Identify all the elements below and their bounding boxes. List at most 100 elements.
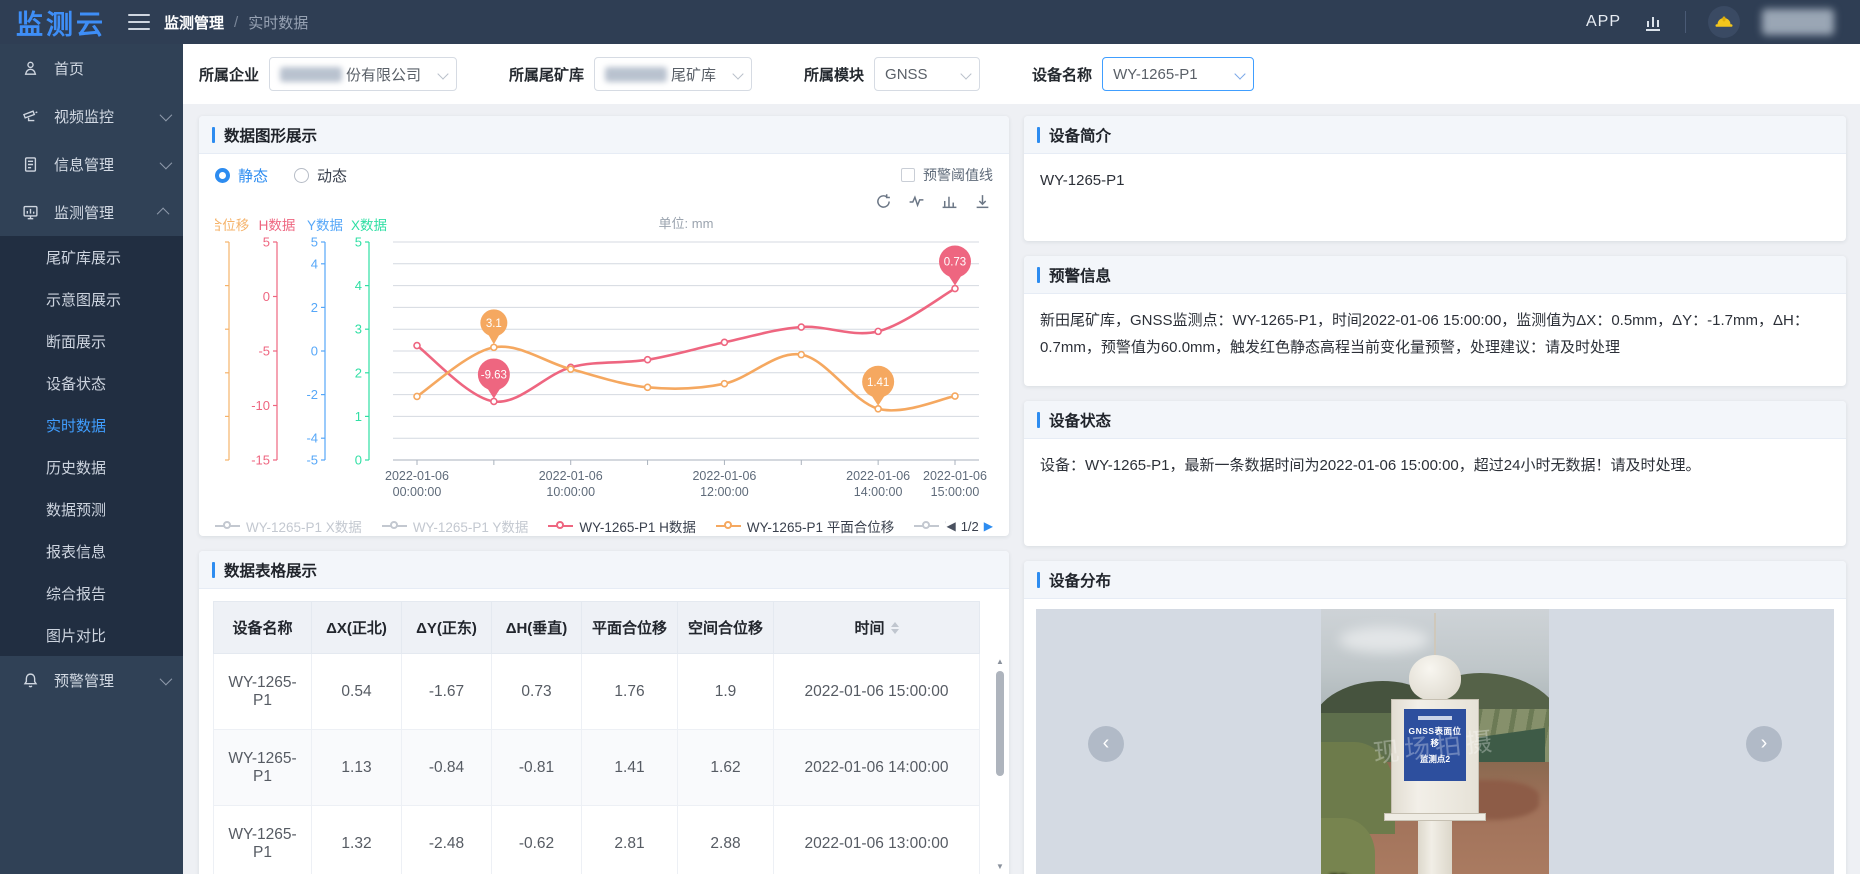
big-screen-chart-icon[interactable]	[1643, 12, 1663, 32]
svg-text:5: 5	[263, 235, 270, 250]
line-chart-icon[interactable]	[908, 190, 925, 212]
sidebar-item-首页[interactable]: 首页	[0, 44, 183, 92]
legend-marker-icon	[548, 521, 573, 531]
download-icon[interactable]	[974, 190, 991, 212]
legend-item[interactable]: WY-1265-P1 平面合位移	[716, 516, 894, 536]
threshold-line-checkbox[interactable]: 预警阈值线	[901, 165, 993, 185]
legend-item[interactable]: WY-1265-P1 H数据	[548, 516, 696, 536]
chevron-down-icon	[732, 68, 743, 79]
sidebar-subitem-实时数据[interactable]: 实时数据	[0, 404, 183, 446]
svg-text:-2: -2	[306, 387, 318, 402]
radio-动态[interactable]: 动态	[294, 165, 347, 186]
filter-所属模块: 所属模块GNSS	[804, 57, 980, 91]
table-cell: 0.73	[492, 654, 582, 730]
point-label-balloon: 0.73	[939, 246, 971, 286]
menu-collapse-icon[interactable]	[128, 14, 150, 30]
sidebar-subitem-历史数据[interactable]: 历史数据	[0, 446, 183, 488]
sidebar-item-信息管理[interactable]: 信息管理	[0, 140, 183, 188]
column-header[interactable]: 时间	[774, 602, 980, 654]
app-logo: 监测云	[0, 3, 126, 42]
svg-text:1.41: 1.41	[867, 377, 889, 389]
gnss-station-photo[interactable]: GNSS表面位移 监测点2 现场拍摄 经度：104.529788纬度：22.92…	[1321, 609, 1549, 874]
displacement-line-chart[interactable]: 单位: mm合位移H数据50-5-10-15Y数据5420-2-4-5X数据54…	[215, 212, 993, 512]
scroll-up-icon[interactable]: ▲	[994, 655, 1006, 667]
legend-marker-icon	[914, 521, 939, 531]
column-header: ΔX(正北)	[312, 602, 402, 654]
column-header: 平面合位移	[582, 602, 678, 654]
table-scrollbar[interactable]: ▲ ▼	[994, 655, 1006, 872]
sidebar-submenu: 尾矿库展示示意图展示断面展示设备状态实时数据历史数据数据预测报表信息综合报告图片…	[0, 236, 183, 656]
refresh-icon[interactable]	[875, 190, 892, 212]
legend-label: WY-1265-P1 H数据	[579, 516, 696, 536]
legend-label: WY-1265-P1 X数据	[246, 516, 362, 536]
table-row[interactable]: WY-1265-P11.32-2.48-0.622.812.882022-01-…	[214, 806, 980, 874]
chevron-down-icon	[160, 108, 173, 121]
legend-item[interactable]: WY-1265-P1 X数据	[215, 516, 362, 536]
carousel-prev-icon[interactable]: ‹	[1088, 726, 1124, 762]
breadcrumb-separator: /	[234, 14, 238, 31]
chart-legend: WY-1265-P1 X数据 WY-1265-P1 Y数据 WY-1265-P1 H…	[215, 516, 946, 536]
column-header: 空间合位移	[678, 602, 774, 654]
panel-accent-bar	[1037, 267, 1040, 283]
radio-静态[interactable]: 静态	[215, 165, 268, 186]
filter-select-所属企业[interactable]: 份有限公司	[269, 57, 457, 91]
select-value: 尾矿库	[671, 64, 716, 85]
sidebar-item-视频监控[interactable]: 视频监控	[0, 92, 183, 140]
svg-text:2: 2	[311, 300, 318, 315]
radio-dot[interactable]	[215, 168, 230, 183]
svg-text:3.1: 3.1	[486, 318, 502, 330]
main-content: 所属企业份有限公司所属尾矿库尾矿库所属模块GNSS设备名称WY-1265-P1 …	[183, 44, 1860, 874]
table-cell: 2022-01-06 13:00:00	[774, 806, 980, 874]
scrollbar-thumb[interactable]	[996, 671, 1004, 776]
breadcrumb-section[interactable]: 监测管理	[164, 12, 224, 33]
table-cell: 2022-01-06 15:00:00	[774, 654, 980, 730]
sidebar-item-预警管理[interactable]: 预警管理	[0, 656, 183, 704]
app-link[interactable]: APP	[1586, 13, 1621, 31]
sidebar-subitem-报表信息[interactable]: 报表信息	[0, 530, 183, 572]
table-panel-title: 数据表格展示	[224, 559, 317, 581]
bar-chart-icon[interactable]	[941, 190, 958, 212]
safety-helmet-avatar[interactable]	[1708, 6, 1740, 38]
filter-bar: 所属企业份有限公司所属尾矿库尾矿库所属模块GNSS设备名称WY-1265-P1	[183, 44, 1860, 104]
table-row[interactable]: WY-1265-P11.13-0.84-0.811.411.622022-01-…	[214, 730, 980, 806]
legend-item[interactable]: WY-1265-	[914, 519, 946, 534]
svg-text:-5: -5	[258, 344, 270, 359]
svg-text:2: 2	[355, 365, 362, 380]
checkbox-label: 预警阈值线	[923, 165, 993, 185]
legend-pager: ◀ 1/2 ▶	[946, 519, 993, 534]
sidebar-subitem-数据预测[interactable]: 数据预测	[0, 488, 183, 530]
legend-marker-icon	[716, 521, 741, 531]
device-intro-panel: 设备简介 WY-1265-P1	[1024, 116, 1846, 241]
filter-select-所属尾矿库[interactable]: 尾矿库	[594, 57, 752, 91]
table-cell: -0.62	[492, 806, 582, 874]
table-cell: -1.67	[402, 654, 492, 730]
chevron-down-icon	[160, 156, 173, 169]
sidebar-subitem-示意图展示[interactable]: 示意图展示	[0, 278, 183, 320]
carousel-next-icon[interactable]: ›	[1746, 726, 1782, 762]
filter-select-所属模块[interactable]: GNSS	[874, 57, 980, 91]
scroll-down-icon[interactable]: ▼	[994, 860, 1006, 872]
legend-next-icon[interactable]: ▶	[984, 519, 993, 533]
sidebar-subitem-断面展示[interactable]: 断面展示	[0, 320, 183, 362]
sort-asc-icon	[891, 622, 899, 627]
monitor-chart-icon	[22, 203, 40, 221]
svg-text:2022-01-06: 2022-01-06	[923, 469, 987, 483]
chart-panel: 数据图形展示 静态动态 预警阈值线	[199, 116, 1009, 536]
legend-prev-icon[interactable]: ◀	[946, 519, 955, 533]
radio-dot[interactable]	[294, 168, 309, 183]
svg-text:4: 4	[311, 256, 318, 271]
sidebar-subitem-图片对比[interactable]: 图片对比	[0, 614, 183, 656]
top-navbar: 监测云 监测管理 / 实时数据 APP	[0, 0, 1860, 44]
topbar-divider	[1685, 11, 1686, 33]
sidebar-subitem-综合报告[interactable]: 综合报告	[0, 572, 183, 614]
checkbox-box[interactable]	[901, 168, 915, 182]
sidebar-subitem-尾矿库展示[interactable]: 尾矿库展示	[0, 236, 183, 278]
table-row[interactable]: WY-1265-P10.54-1.670.731.761.92022-01-06…	[214, 654, 980, 730]
column-header-label: 时间	[854, 617, 884, 638]
filter-select-设备名称[interactable]: WY-1265-P1	[1102, 57, 1254, 91]
legend-item[interactable]: WY-1265-P1 Y数据	[382, 516, 529, 536]
sidebar-item-监测管理[interactable]: 监测管理	[0, 188, 183, 236]
sidebar-subitem-设备状态[interactable]: 设备状态	[0, 362, 183, 404]
username-redacted[interactable]	[1762, 9, 1834, 35]
svg-text:5: 5	[311, 235, 318, 250]
